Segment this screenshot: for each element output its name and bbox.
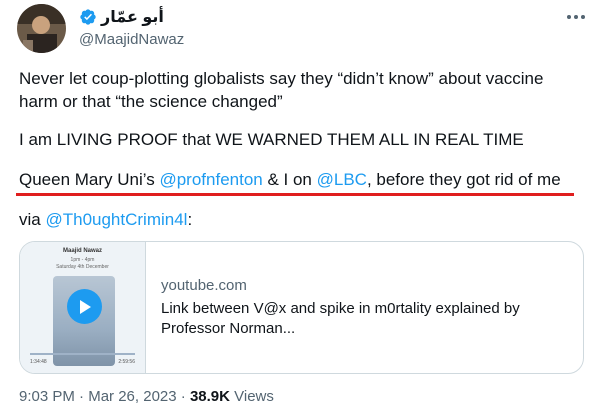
author-display-name[interactable]: أبو عمّار bbox=[101, 7, 164, 27]
tweet-date[interactable]: Mar 26, 2023 bbox=[88, 388, 176, 405]
views-label: Views bbox=[229, 388, 274, 405]
separator: · bbox=[176, 388, 190, 405]
mention-link-lbc[interactable]: @LBC bbox=[317, 170, 367, 189]
thumbnail-subtitle: 1pm - 4pm bbox=[70, 257, 95, 263]
tweet-paragraph-2: I am LIVING PROOF that WE WARNED THEM AL… bbox=[19, 130, 524, 149]
separator: · bbox=[74, 388, 89, 405]
card-domain: youtube.com bbox=[161, 277, 247, 294]
play-icon[interactable] bbox=[67, 289, 102, 324]
link-preview-card[interactable]: Maajid Nawaz 1pm - 4pm Saturday 4th Dece… bbox=[19, 241, 584, 374]
tweet-paragraph-4: via @Th0ughtCrimin4l: bbox=[19, 208, 192, 231]
card-title[interactable]: Link between V@x and spike in m0rtality … bbox=[161, 299, 571, 339]
author-handle[interactable]: @MaajidNawaz bbox=[79, 31, 184, 48]
tweet-text-segment: Queen Mary Uni’s bbox=[19, 170, 160, 189]
tweet-text-segment: : bbox=[187, 210, 193, 229]
thumbnail-time-start: 1:34:48 bbox=[30, 359, 47, 365]
thumbnail-date: Saturday 4th December bbox=[56, 264, 109, 270]
tweet-text-segment: & I on bbox=[262, 170, 317, 189]
avatar[interactable] bbox=[17, 4, 66, 53]
verified-badge-icon bbox=[80, 9, 96, 25]
red-underline-annotation bbox=[16, 193, 574, 196]
more-options-icon[interactable] bbox=[565, 12, 587, 22]
tweet-paragraph-3: Queen Mary Uni’s @profnfenton & I on @LB… bbox=[19, 168, 561, 191]
views-count: 38.9K bbox=[189, 388, 230, 405]
tweet-time[interactable]: 9:03 PM bbox=[19, 388, 75, 405]
thumbnail-progress-bar bbox=[30, 353, 135, 355]
thumbnail-time-end: 2:59:56 bbox=[118, 359, 135, 365]
mention-link-profnfenton[interactable]: @profnfenton bbox=[159, 170, 262, 189]
tweet-metadata: 9:03 PM · Mar 26, 2023 · 38.9K Views bbox=[19, 388, 274, 405]
tweet-text-segment: , before they got rid of me bbox=[366, 170, 561, 189]
tweet-paragraph-1: Never let coup-plotting globalists say t… bbox=[19, 69, 544, 111]
author-name-row[interactable]: أبو عمّار bbox=[79, 7, 164, 27]
mention-link-th0ughtcrimin4l[interactable]: @Th0ughtCrimin4l bbox=[45, 210, 187, 229]
video-thumbnail[interactable]: Maajid Nawaz 1pm - 4pm Saturday 4th Dece… bbox=[20, 242, 146, 373]
thumbnail-title: Maajid Nawaz bbox=[62, 248, 102, 254]
tweet-text-segment: via bbox=[19, 210, 46, 229]
